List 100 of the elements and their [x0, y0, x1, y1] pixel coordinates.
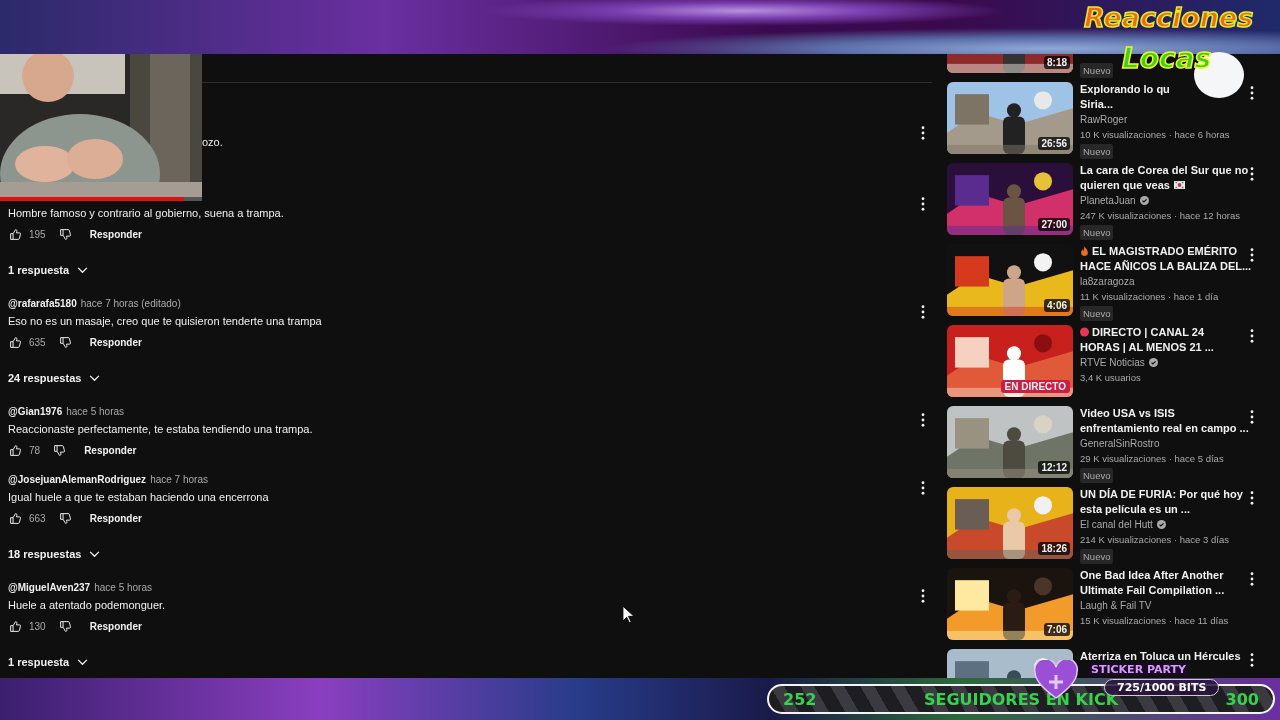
- video-meta: 3,4 K usuarios: [1080, 371, 1141, 385]
- channel-name[interactable]: El canal del Hutt: [1080, 517, 1153, 532]
- duration-badge: 27:00: [1038, 218, 1070, 231]
- comment-time: hace 7 horas (editado): [80, 297, 181, 309]
- live-dot-icon: [1080, 327, 1089, 337]
- chevron-down-icon: [89, 550, 101, 558]
- video-title[interactable]: DIRECTO | CANAL 24 HORAS | AL MENOS 21 ...: [1080, 325, 1214, 355]
- channel-name[interactable]: RawRoger: [1080, 112, 1128, 127]
- comment-text: Huele a atentado podemonguer.: [8, 598, 167, 613]
- duration-badge: 18:26: [1038, 542, 1070, 555]
- comment-author[interactable]: @Gian1976: [8, 405, 63, 417]
- logo-text: Reacciones: [1084, 2, 1254, 33]
- more-icon[interactable]: [921, 197, 925, 211]
- like-icon[interactable]: [9, 335, 22, 349]
- channel-name[interactable]: Laugh & Fail TV: [1080, 598, 1152, 613]
- more-icon[interactable]: [1250, 167, 1254, 181]
- channel-name[interactable]: GeneralSinRostro: [1080, 436, 1160, 451]
- more-icon[interactable]: [1250, 248, 1254, 262]
- like-count: 663: [29, 512, 46, 524]
- reply-button[interactable]: Responder: [78, 440, 143, 460]
- cursor-icon: [622, 605, 635, 624]
- more-icon[interactable]: [1250, 572, 1254, 586]
- comment-author[interactable]: @MiguelAven237: [8, 581, 91, 593]
- duration-badge: 12:12: [1038, 461, 1070, 474]
- video-meta: 10 K visualizaciones · hace 6 horas: [1080, 128, 1230, 142]
- more-icon[interactable]: [1250, 410, 1254, 424]
- like-icon[interactable]: [9, 227, 22, 241]
- video-meta: 214 K visualizaciones · hace 3 días: [1080, 533, 1229, 547]
- sticker-title: STICKER PARTY: [1088, 663, 1189, 676]
- reply-button[interactable]: Responder: [83, 332, 148, 352]
- dislike-icon[interactable]: [58, 511, 72, 525]
- comment-time: hace 7 horas: [150, 473, 208, 485]
- dislike-icon[interactable]: [58, 227, 72, 241]
- new-badge: Nuevo: [1080, 468, 1114, 483]
- like-icon[interactable]: [9, 511, 22, 525]
- replies-toggle[interactable]: 24 respuestas: [0, 364, 109, 392]
- dislike-icon[interactable]: [58, 335, 72, 349]
- like-count: 78: [29, 444, 41, 456]
- channel-name[interactable]: RTVE Noticias: [1080, 355, 1145, 370]
- video-meta: 15 K visualizaciones · hace 11 días: [1080, 614, 1229, 628]
- fire-icon: [1080, 246, 1089, 256]
- new-badge: Nuevo: [1080, 225, 1114, 240]
- comment-author[interactable]: @JosejuanAlemanRodriguez: [8, 473, 147, 485]
- video-title[interactable]: Explorando lo qu Siria...: [1080, 82, 1170, 112]
- video-title[interactable]: UN DÍA DE FURIA: Por qué hoy esta película es un ...: [1080, 487, 1243, 517]
- reply-button[interactable]: Responder: [83, 224, 148, 244]
- like-count: 195: [29, 228, 46, 240]
- comment-text: Eso no es un masaje, creo que te quisieron tenderte una trampa: [8, 314, 323, 329]
- comment-text: Igual huele a que te estaban haciendo una encerrona: [8, 490, 270, 505]
- more-icon[interactable]: [1250, 86, 1254, 100]
- more-icon[interactable]: [1250, 491, 1254, 505]
- duration-badge: 26:56: [1038, 137, 1070, 150]
- like-count: 635: [29, 336, 46, 348]
- comment-text: Reaccionaste perfectamente, te estaba tendiendo una trampa.: [8, 422, 314, 437]
- replies-toggle[interactable]: 1 respuesta: [0, 648, 97, 676]
- duration-badge: 7:06: [1044, 623, 1070, 636]
- chevron-down-icon: [77, 658, 89, 666]
- goal-target: 300: [1225, 689, 1259, 709]
- new-badge: Nuevo: [1080, 549, 1114, 564]
- more-icon[interactable]: [921, 305, 925, 319]
- comment-author[interactable]: @rafarafa5180: [8, 297, 77, 309]
- new-badge: Nuevo: [1080, 306, 1114, 321]
- live-badge: EN DIRECTO: [1000, 380, 1070, 393]
- more-icon[interactable]: [1250, 329, 1254, 343]
- follower-count: 252: [783, 689, 817, 709]
- reply-button[interactable]: Responder: [83, 616, 148, 636]
- video-meta: 247 K visualizaciones · hace 12 horas: [1080, 209, 1240, 223]
- more-icon[interactable]: [921, 413, 925, 427]
- more-icon[interactable]: [921, 481, 925, 495]
- duration-badge: 4:06: [1044, 299, 1070, 312]
- new-badge: Nuevo: [1080, 144, 1114, 159]
- more-icon[interactable]: [921, 589, 925, 603]
- comment-time: hace 5 horas: [66, 405, 125, 417]
- replies-toggle[interactable]: 18 respuestas: [0, 540, 109, 568]
- comment-text: ozo.: [202, 135, 224, 150]
- video-title[interactable]: La cara de Corea del Sur que no quieren que veas: [1080, 163, 1249, 193]
- video-title[interactable]: Video USA vs ISIS enfrentamiento real en campo ...: [1080, 406, 1249, 436]
- dislike-icon[interactable]: [58, 619, 72, 633]
- more-icon[interactable]: [921, 126, 925, 140]
- video-meta: 11 K visualizaciones · hace 1 día: [1080, 290, 1219, 304]
- channel-name[interactable]: PlanetaJuan: [1080, 193, 1136, 208]
- channel-name[interactable]: la8zaragoza: [1080, 274, 1135, 289]
- more-icon[interactable]: [1250, 653, 1254, 667]
- replies-toggle[interactable]: 1 respuesta: [0, 256, 97, 284]
- reply-button[interactable]: Responder: [83, 508, 148, 528]
- video-meta: 29 K visualizaciones · hace 5 días: [1080, 452, 1224, 466]
- dislike-icon[interactable]: [53, 443, 67, 457]
- video-title[interactable]: One Bad Idea After Another Ultimate Fail Compilation ...: [1080, 568, 1225, 598]
- chevron-down-icon: [89, 374, 101, 382]
- video-title[interactable]: Aterriza en Toluca un Hércules: [1080, 649, 1241, 664]
- new-badge: Nuevo: [1080, 63, 1114, 78]
- like-count: 130: [29, 620, 46, 632]
- comment-text: Hombre famoso y contrario al gobierno, suena a trampa.: [8, 206, 285, 221]
- duration-badge: 8:18: [1044, 56, 1070, 69]
- flag-icon: [1173, 181, 1185, 189]
- like-icon[interactable]: [9, 619, 22, 633]
- chevron-down-icon: [77, 266, 89, 274]
- like-icon[interactable]: [9, 443, 22, 457]
- comment-time: hace 5 horas: [94, 581, 152, 593]
- video-title[interactable]: EL MAGISTRADO EMÉRITO HACE AÑICOS LA BALIZA DEL...: [1080, 244, 1252, 274]
